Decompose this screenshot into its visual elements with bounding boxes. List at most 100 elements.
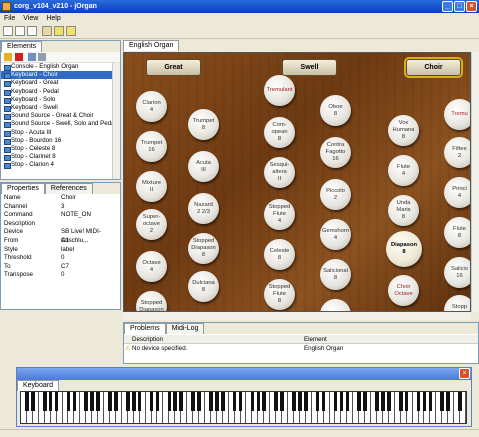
black-key[interactable] xyxy=(179,392,183,411)
elements-scrollbar[interactable] xyxy=(112,63,120,179)
black-key[interactable] xyxy=(84,392,89,411)
black-key[interactable] xyxy=(31,392,35,411)
tree-item[interactable]: Keyboard - Swell xyxy=(1,104,120,113)
tree-item[interactable]: Keyboard - Choir xyxy=(1,71,120,80)
black-key[interactable] xyxy=(155,392,160,411)
black-key[interactable] xyxy=(357,392,361,411)
stop-knob[interactable]: Stopped Diapason 8 xyxy=(188,233,219,264)
tree-item[interactable]: Stop - Clarinet 8 xyxy=(1,153,120,162)
black-key[interactable] xyxy=(215,392,219,411)
menu-file[interactable]: File xyxy=(4,15,15,22)
black-key[interactable] xyxy=(42,392,47,411)
stop-knob[interactable]: Sesqui- altera II xyxy=(264,157,295,188)
stop-knob[interactable]: Clarion 4 xyxy=(136,91,167,122)
stop-knob[interactable]: Stopped Flute 4 xyxy=(264,199,295,230)
organ-scrollbar-vertical[interactable] xyxy=(471,52,479,312)
tree-item[interactable]: Keyboard - Great xyxy=(1,79,120,88)
black-key[interactable] xyxy=(280,392,284,411)
black-key[interactable] xyxy=(114,392,118,411)
property-row[interactable]: Threshold 0 xyxy=(1,254,120,263)
black-key[interactable] xyxy=(126,392,130,411)
property-value[interactable]: 0 xyxy=(61,254,64,263)
tree-item[interactable]: Stop - Clarion 4 xyxy=(1,161,120,170)
property-row[interactable]: Style label xyxy=(1,246,120,255)
stop-knob[interactable]: Trumpet 8 xyxy=(188,109,219,140)
black-key[interactable] xyxy=(381,392,385,411)
stop-knob[interactable]: Stopped Diapason xyxy=(136,291,167,311)
property-row[interactable]: Device SB Live! MIDI-Anschlu... xyxy=(1,228,120,244)
black-key[interactable] xyxy=(197,392,201,411)
tree-item[interactable]: Keyboard - Solo xyxy=(1,96,120,104)
description-column-header[interactable]: Description xyxy=(132,335,163,344)
property-row[interactable]: Name Choir xyxy=(1,194,120,203)
stop-knob[interactable]: Unda Maris 8 xyxy=(388,195,419,226)
black-key[interactable] xyxy=(108,392,112,411)
stop-knob[interactable]: Nazard 2 2/3 xyxy=(188,193,219,224)
stop-knob[interactable]: Contra Fagotto 16 xyxy=(320,137,351,168)
stop-knob[interactable]: Super- octave 2 xyxy=(136,209,167,240)
property-row[interactable]: Transpose 0 xyxy=(1,271,120,280)
black-key[interactable] xyxy=(315,392,320,411)
black-key[interactable] xyxy=(54,392,59,411)
tree-item[interactable]: Stop - Celeste 8 xyxy=(1,145,120,154)
stop-knob[interactable]: Bourdon xyxy=(320,299,351,311)
black-key[interactable] xyxy=(458,392,462,411)
black-key[interactable] xyxy=(404,392,409,411)
black-key[interactable] xyxy=(167,392,172,411)
tree-item[interactable]: Sound Source - Great & Choir xyxy=(1,112,120,121)
black-key[interactable] xyxy=(345,392,350,411)
black-key[interactable] xyxy=(304,392,308,411)
new-icon[interactable] xyxy=(3,26,13,36)
stop-knob[interactable]: Princi 4 xyxy=(444,177,470,208)
tree-item[interactable]: Console - English Organ xyxy=(1,63,120,72)
stop-knob[interactable]: Com- opean 8 xyxy=(264,117,295,148)
element-column-header[interactable]: Element xyxy=(304,335,327,344)
black-key[interactable] xyxy=(48,392,53,411)
property-value[interactable]: 0 xyxy=(61,271,64,280)
tab-references[interactable]: References xyxy=(44,183,93,194)
stop-knob[interactable]: Tremu xyxy=(444,99,470,130)
property-value[interactable]: C7 xyxy=(61,263,69,272)
division-choir[interactable]: Choir xyxy=(404,57,463,78)
black-key[interactable] xyxy=(232,392,237,411)
black-key[interactable] xyxy=(256,392,261,411)
black-key[interactable] xyxy=(428,392,433,411)
stop-knob[interactable]: Gemshorn 4 xyxy=(320,219,351,250)
black-key[interactable] xyxy=(25,392,29,411)
tab-english-organ[interactable]: English Organ xyxy=(123,40,180,51)
black-key[interactable] xyxy=(131,392,136,411)
forward-icon[interactable] xyxy=(66,26,76,36)
property-value[interactable]: 3 xyxy=(61,203,64,212)
stop-knob[interactable]: Piccolo 2 xyxy=(320,179,351,210)
property-value[interactable]: C1 xyxy=(61,237,69,246)
property-row[interactable]: From C1 xyxy=(1,237,120,246)
stop-knob[interactable]: Vox Humana 8 xyxy=(388,115,419,146)
tab-keyboard[interactable]: Keyboard xyxy=(17,380,59,391)
property-value[interactable]: Choir xyxy=(61,194,76,203)
black-key[interactable] xyxy=(440,392,445,411)
division-swell[interactable]: Swell xyxy=(282,59,337,76)
stop-knob[interactable]: Choir Octave xyxy=(388,275,419,306)
black-key[interactable] xyxy=(250,392,255,411)
stop-knob[interactable]: Tremulant xyxy=(264,75,295,106)
black-key[interactable] xyxy=(274,392,278,411)
menu-help[interactable]: Help xyxy=(46,15,60,22)
stop-knob[interactable]: Fiftee 2 xyxy=(444,137,470,168)
black-key[interactable] xyxy=(387,392,391,411)
stop-knob[interactable]: Mixture II xyxy=(136,171,167,202)
tree-item[interactable]: Keyboard - Pedal xyxy=(1,88,120,96)
black-key[interactable] xyxy=(292,392,296,411)
black-key[interactable] xyxy=(398,392,403,411)
property-row[interactable]: Description xyxy=(1,220,120,229)
stop-knob[interactable]: Oboe 8 xyxy=(320,95,351,126)
stop-knob[interactable]: Flute 4 xyxy=(388,155,419,186)
stop-knob[interactable]: Trumpet 16 xyxy=(136,131,167,162)
black-key[interactable] xyxy=(72,392,77,411)
black-key[interactable] xyxy=(66,392,71,411)
tab-elements[interactable]: Elements xyxy=(1,41,43,52)
black-key[interactable] xyxy=(416,392,421,411)
black-key[interactable] xyxy=(137,392,142,411)
black-key[interactable] xyxy=(333,392,338,411)
black-key[interactable] xyxy=(238,392,243,411)
black-key[interactable] xyxy=(446,392,450,411)
